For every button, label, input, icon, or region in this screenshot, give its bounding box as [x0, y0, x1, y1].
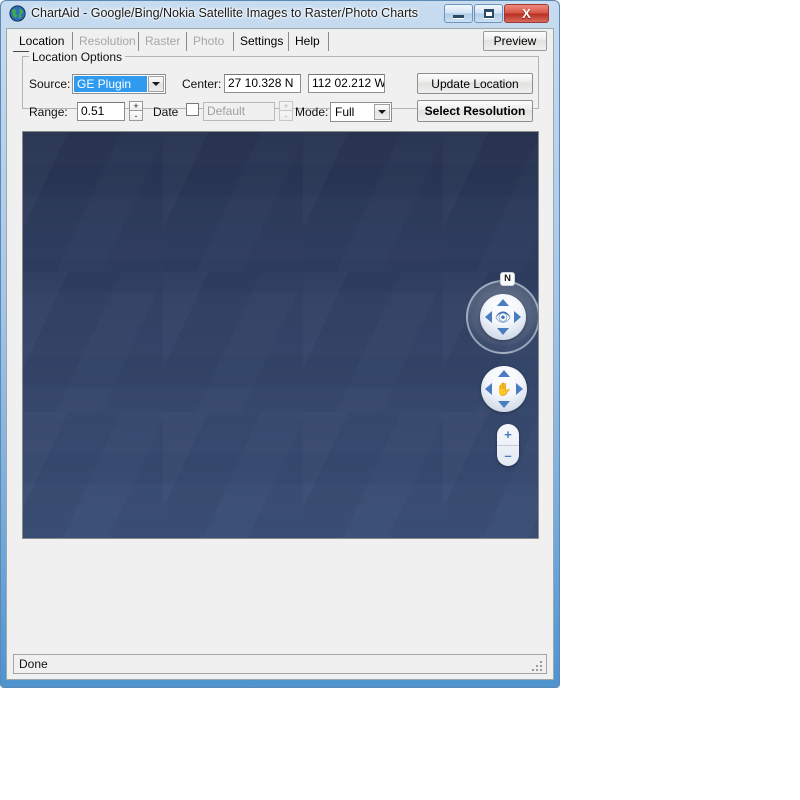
date-checkbox[interactable] [186, 103, 199, 116]
range-stepper-down[interactable]: - [129, 111, 143, 121]
date-stepper: + - [279, 101, 293, 121]
pan-right-arrow-icon[interactable] [516, 383, 523, 395]
title-bar[interactable]: ChartAid - Google/Bing/Nokia Satellite I… [1, 1, 559, 28]
pan-left-arrow-icon[interactable] [485, 383, 492, 395]
zoom-out-button[interactable]: – [497, 445, 519, 466]
satellite-map-view[interactable]: N 👁 ✋ + – [22, 131, 539, 539]
mode-value: Full [335, 105, 355, 119]
window-title: ChartAid - Google/Bing/Nokia Satellite I… [31, 6, 418, 20]
update-location-button[interactable]: Update Location [417, 73, 533, 94]
hand-icon[interactable]: ✋ [496, 383, 512, 396]
location-options-legend: Location Options [29, 50, 126, 64]
compass-north-indicator[interactable]: N [500, 272, 515, 286]
center-label: Center: [182, 77, 222, 91]
mode-label: Mode: [295, 105, 329, 119]
zoom-in-button[interactable]: + [497, 424, 519, 446]
tab-settings[interactable]: Settings [234, 32, 289, 51]
client-area: Location Resolution Raster Photo Setting… [6, 28, 554, 680]
tab-location[interactable]: Location [13, 32, 73, 51]
map-tiles [23, 132, 538, 538]
chevron-down-icon[interactable] [374, 104, 390, 120]
range-stepper-up[interactable]: + [129, 101, 143, 111]
look-right-arrow-icon[interactable] [514, 311, 521, 323]
tab-resolution: Resolution [73, 32, 139, 51]
pan-down-arrow-icon[interactable] [498, 401, 510, 408]
look-joystick[interactable]: 👁 [480, 294, 526, 340]
zoom-control[interactable]: + – [497, 424, 519, 466]
close-icon: X [522, 6, 531, 21]
center-longitude-input[interactable]: 112 02.212 W [308, 74, 385, 93]
source-dropdown[interactable]: GE Plugin [72, 74, 166, 94]
source-label: Source: [29, 77, 71, 91]
status-bar: Done [13, 654, 547, 674]
minimize-button[interactable] [444, 4, 473, 23]
minimize-icon [445, 5, 472, 22]
look-up-arrow-icon[interactable] [497, 299, 509, 306]
application-window: ChartAid - Google/Bing/Nokia Satellite I… [0, 0, 560, 688]
resize-grip-icon[interactable] [531, 659, 543, 671]
source-value: GE Plugin [74, 76, 147, 92]
tab-help[interactable]: Help [289, 32, 329, 51]
range-stepper[interactable]: + - [129, 101, 143, 121]
mode-dropdown[interactable]: Full [330, 102, 392, 122]
center-latitude-input[interactable]: 27 10.328 N [224, 74, 301, 93]
look-left-arrow-icon[interactable] [485, 311, 492, 323]
select-resolution-button[interactable]: Select Resolution [417, 100, 533, 122]
pan-up-arrow-icon[interactable] [498, 370, 510, 377]
date-stepper-down: - [279, 111, 293, 121]
globe-icon [9, 5, 26, 22]
chevron-down-icon[interactable] [148, 76, 164, 92]
range-label: Range: [29, 105, 68, 119]
close-button[interactable]: X [504, 4, 549, 23]
preview-button[interactable]: Preview [483, 31, 547, 51]
maximize-icon [475, 5, 502, 22]
date-label: Date [153, 105, 179, 119]
date-stepper-up: + [279, 101, 293, 111]
maximize-button[interactable] [474, 4, 503, 23]
status-text: Done [19, 657, 48, 671]
eye-icon[interactable]: 👁 [495, 311, 512, 324]
tab-raster: Raster [139, 32, 187, 51]
tab-photo: Photo [187, 32, 234, 51]
pan-joystick[interactable]: ✋ [481, 366, 527, 412]
range-input[interactable]: 0.51 [77, 102, 125, 121]
date-input: Default [203, 102, 275, 121]
look-down-arrow-icon[interactable] [497, 328, 509, 335]
